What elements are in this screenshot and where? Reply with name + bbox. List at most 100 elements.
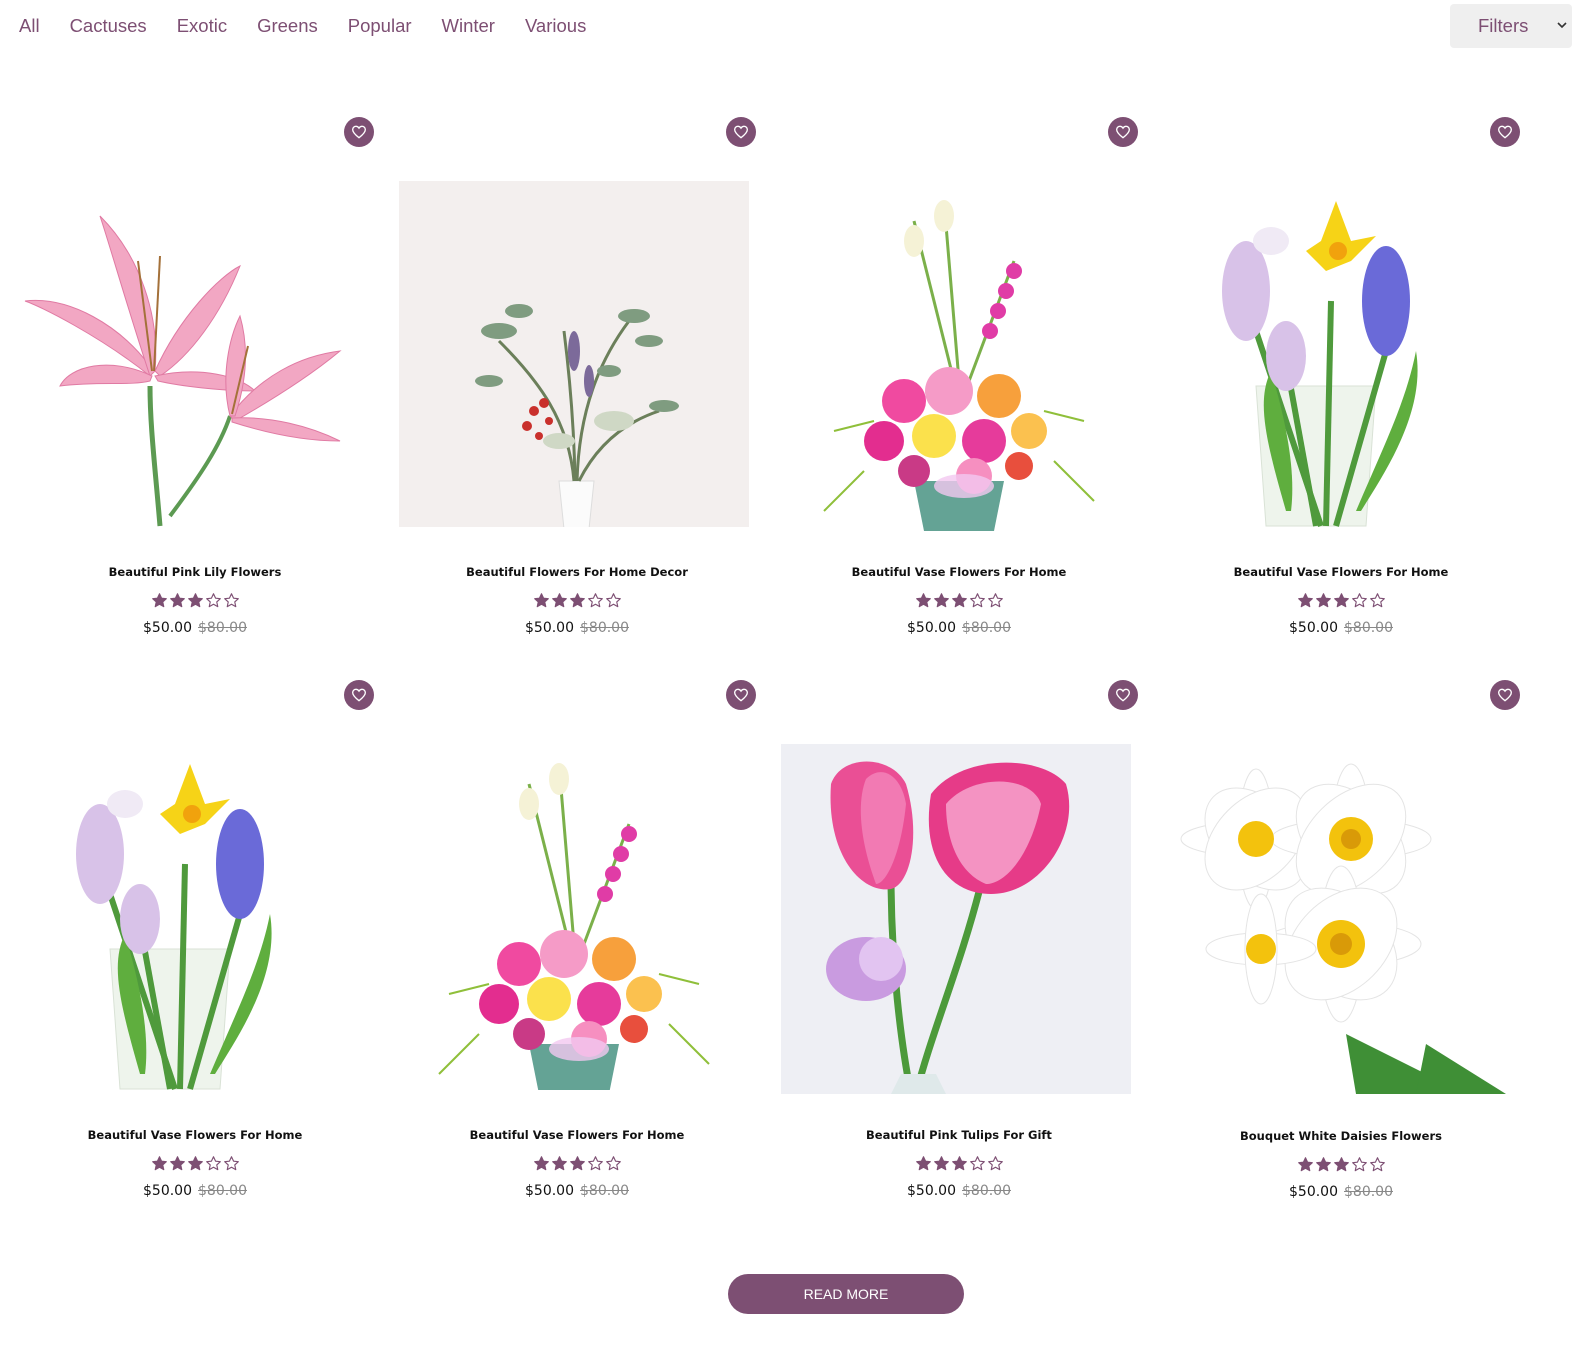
sale-price: $50.00 [907,620,956,636]
star-icon [987,593,1003,608]
star-icon [569,1156,585,1171]
product-title[interactable]: Beautiful Vase Flowers For Home [10,1128,380,1142]
product-price: $50.00 $80.00 [392,1183,762,1199]
filters-select[interactable]: Filters [1450,4,1572,48]
star-icon [915,1156,931,1171]
star-icon [1369,593,1385,608]
heart-icon [351,125,367,139]
star-icon [1315,1157,1331,1172]
heart-icon [1115,688,1131,702]
product-title[interactable]: Beautiful Pink Tulips For Gift [774,1128,1144,1142]
product-price: $50.00 $80.00 [1156,620,1526,636]
tab-cactuses[interactable]: Cactuses [70,15,147,37]
product-card: Beautiful Vase Flowers For Home $50.00 $80… [382,678,756,1199]
wishlist-button[interactable] [344,117,374,147]
star-icon [1315,593,1331,608]
product-image[interactable] [20,744,370,1094]
star-icon [223,1156,239,1171]
star-icon [987,1156,1003,1171]
star-icon [587,593,603,608]
tab-various[interactable]: Various [525,15,586,37]
product-title[interactable]: Bouquet White Daisies Flowers [1156,1129,1526,1143]
product-card: Beautiful Flowers For Home Decor $50.00 $8… [382,115,756,636]
heart-icon [1497,688,1513,702]
star-icon [951,1156,967,1171]
star-icon [205,1156,221,1171]
product-price: $50.00 $80.00 [10,620,380,636]
sale-price: $50.00 [1289,1184,1338,1200]
wishlist-button[interactable] [1108,680,1138,710]
tab-winter[interactable]: Winter [442,15,495,37]
sale-price: $50.00 [1289,620,1338,636]
product-image[interactable] [784,181,1134,531]
star-icon [1333,593,1349,608]
product-title[interactable]: Beautiful Pink Lily Flowers [10,565,380,579]
product-card: Beautiful Vase Flowers For Home $50.00 $80… [1146,115,1520,636]
star-icon [915,593,931,608]
star-icon [951,593,967,608]
product-image[interactable] [1166,181,1516,531]
original-price: $80.00 [962,1183,1011,1199]
rating-stars [1156,590,1526,609]
star-icon [569,593,585,608]
product-image[interactable] [399,181,749,527]
star-icon [969,1156,985,1171]
tab-exotic[interactable]: Exotic [177,15,227,37]
wishlist-button[interactable] [1490,680,1520,710]
product-card: Beautiful Vase Flowers For Home $50.00 $80… [764,115,1138,636]
original-price: $80.00 [962,620,1011,636]
wishlist-button[interactable] [726,117,756,147]
product-price: $50.00 $80.00 [774,620,1144,636]
top-bar: All Cactuses Exotic Greens Popular Winte… [0,0,1587,56]
rating-stars [10,1153,380,1172]
product-card: Beautiful Pink Tulips For Gift $50.00 $80.… [764,678,1138,1199]
heart-icon [1115,125,1131,139]
product-image[interactable] [1166,744,1516,1094]
chevron-down-icon [1557,22,1567,29]
star-icon [551,1156,567,1171]
product-image[interactable] [399,744,749,1090]
product-title[interactable]: Beautiful Vase Flowers For Home [392,1128,762,1142]
tab-all[interactable]: All [19,15,40,37]
product-title[interactable]: Beautiful Vase Flowers For Home [774,565,1144,579]
original-price: $80.00 [580,1183,629,1199]
sale-price: $50.00 [143,620,192,636]
original-price: $80.00 [1344,620,1393,636]
rating-stars [1156,1154,1526,1173]
star-icon [933,1156,949,1171]
heart-icon [733,125,749,139]
filters-label: Filters [1478,15,1529,36]
wishlist-button[interactable] [726,680,756,710]
star-icon [1351,593,1367,608]
product-image[interactable] [20,181,370,531]
star-icon [969,593,985,608]
original-price: $80.00 [1344,1184,1393,1200]
read-more-button[interactable]: READ MORE [728,1274,964,1314]
wishlist-button[interactable] [344,680,374,710]
product-title[interactable]: Beautiful Flowers For Home Decor [392,565,762,579]
product-price: $50.00 $80.00 [774,1183,1144,1199]
rating-stars [392,1153,762,1172]
tab-popular[interactable]: Popular [348,15,412,37]
star-icon [587,1156,603,1171]
star-icon [1351,1157,1367,1172]
product-image[interactable] [781,744,1131,1094]
sale-price: $50.00 [525,620,574,636]
wishlist-button[interactable] [1108,117,1138,147]
original-price: $80.00 [580,620,629,636]
star-icon [187,1156,203,1171]
product-price: $50.00 $80.00 [392,620,762,636]
wishlist-button[interactable] [1490,117,1520,147]
star-icon [533,593,549,608]
star-icon [223,593,239,608]
heart-icon [351,688,367,702]
tab-greens[interactable]: Greens [257,15,318,37]
product-card: Beautiful Vase Flowers For Home $50.00 $80… [0,678,374,1199]
star-icon [151,1156,167,1171]
sale-price: $50.00 [907,1183,956,1199]
product-title[interactable]: Beautiful Vase Flowers For Home [1156,565,1526,579]
star-icon [533,1156,549,1171]
product-price: $50.00 $80.00 [1156,1184,1526,1200]
product-card: Beautiful Pink Lily Flowers $50.00 $80.00 [0,115,374,636]
star-icon [605,593,621,608]
